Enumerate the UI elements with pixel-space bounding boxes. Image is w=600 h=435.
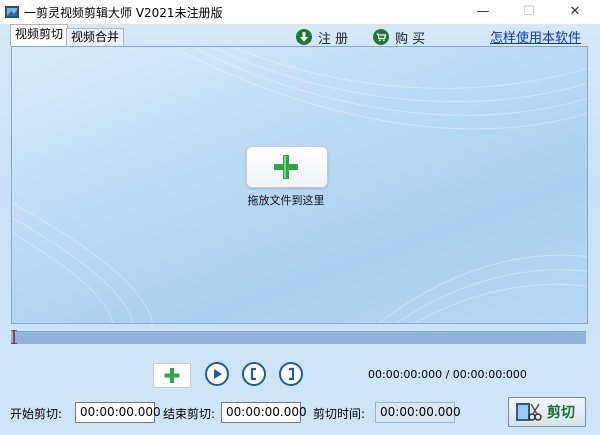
video-drop-area[interactable]: 拖放文件到这里 — [11, 46, 588, 324]
cut-button[interactable]: 剪切 — [508, 397, 586, 427]
shopping-cart-icon — [373, 29, 389, 45]
end-time-field[interactable]: 00:00:00.000 — [221, 402, 307, 423]
plus-icon — [164, 368, 180, 383]
play-button[interactable] — [205, 362, 229, 386]
buy-button[interactable]: 购 买 — [373, 28, 426, 47]
download-arrow-icon — [296, 29, 312, 45]
time-display: 00:00:00:000 / 00:00:00:000 — [368, 368, 527, 381]
app-icon — [5, 6, 19, 18]
start-cut-label: 开始剪切: — [10, 407, 63, 421]
add-file-small-button[interactable] — [153, 363, 191, 388]
timeline-start-marker[interactable] — [11, 330, 17, 344]
cut-button-label: 剪切 — [547, 405, 575, 421]
close-button[interactable]: ✕ — [552, 0, 598, 24]
tab-video-cut[interactable]: 视频剪切 — [10, 24, 69, 46]
timeline-track[interactable] — [11, 331, 586, 344]
duration-label: 剪切时间: — [313, 407, 366, 421]
set-end-button[interactable] — [279, 362, 303, 386]
register-button[interactable]: 注 册 — [296, 28, 349, 47]
bracket-left-icon — [250, 367, 256, 381]
window-title: 一剪灵视频剪辑大师 V2021未注册版 — [24, 6, 223, 20]
tab-video-merge[interactable]: 视频合并 — [66, 28, 125, 46]
scissors-film-icon — [516, 403, 542, 421]
minimize-button[interactable]: — — [460, 0, 506, 24]
plus-icon — [274, 155, 298, 179]
play-icon — [214, 369, 222, 379]
duration-field: 00:00:00.000 — [375, 402, 461, 423]
buy-label: 购 买 — [395, 31, 426, 47]
start-time-field[interactable]: 00:00:00.000 — [75, 402, 161, 423]
add-file-button[interactable] — [246, 146, 328, 188]
help-link[interactable]: 怎样使用本软件 — [490, 27, 581, 46]
drop-hint-label: 拖放文件到这里 — [247, 194, 325, 207]
set-start-button[interactable] — [242, 362, 266, 386]
register-label: 注 册 — [318, 31, 349, 47]
maximize-button[interactable]: ☐ — [506, 0, 552, 24]
title-bar: 一剪灵视频剪辑大师 V2021未注册版 — ☐ ✕ — [0, 0, 600, 24]
bracket-right-icon — [289, 367, 295, 381]
end-cut-label: 结束剪切: — [163, 407, 216, 421]
